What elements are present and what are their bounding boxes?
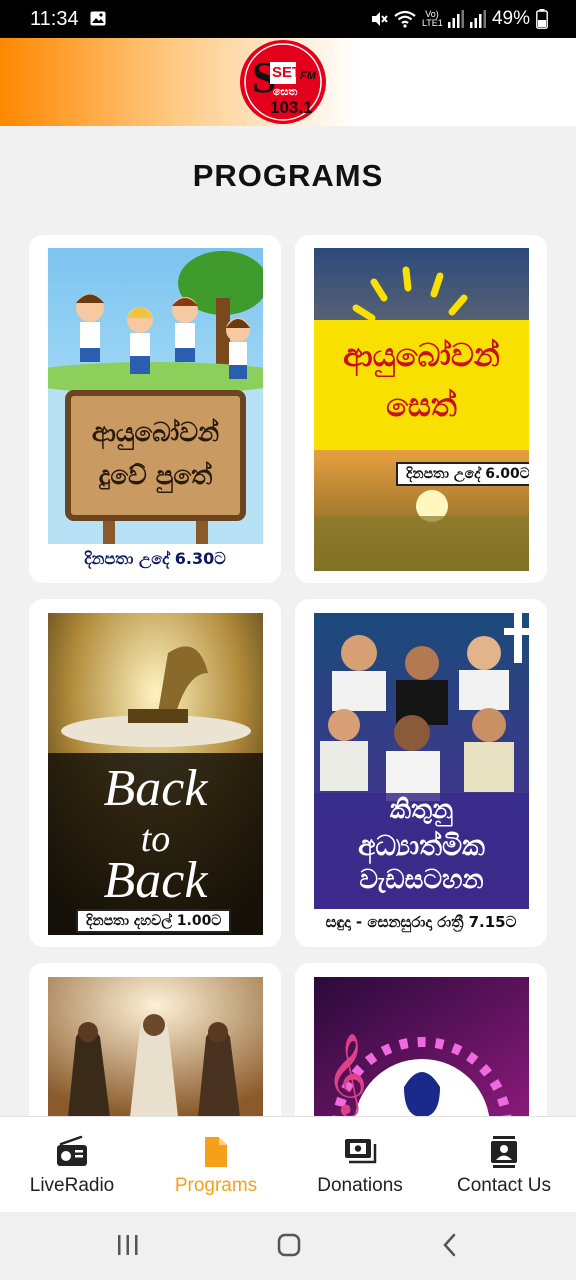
svg-text:𝄞: 𝄞 — [326, 1032, 367, 1117]
program-art-title: ආයුබෝවන් — [91, 418, 220, 448]
program-schedule: දිනපතා උදේ 6.00ට — [396, 462, 529, 486]
page-title: PROGRAMS — [192, 158, 384, 193]
back-icon[interactable] — [442, 1233, 458, 1257]
logo-text-frequency: 103.1 — [270, 98, 313, 117]
gallery-icon — [90, 11, 106, 26]
bottom-navigation: LiveRadio Programs Donations Contact Us — [0, 1116, 576, 1213]
program-schedule: දිනපතා උදේ 6.30ට — [84, 549, 226, 568]
nav-label: LiveRadio — [29, 1175, 115, 1196]
network-label: Vo) LTE1 — [421, 9, 443, 28]
program-card[interactable]: කිතුනු අධ්‍යාත්මික වැඩසටහන සඳුදා - සෙනසු… — [295, 599, 547, 947]
nav-label: Contact Us — [457, 1175, 551, 1196]
home-icon[interactable] — [277, 1233, 301, 1257]
program-schedule: දිනපතා දහවල් 1.00ට — [76, 909, 232, 933]
nav-item-programs[interactable]: Programs — [144, 1117, 288, 1213]
battery-percent: 49% — [491, 8, 530, 29]
nav-item-donations[interactable]: Donations — [288, 1117, 432, 1213]
program-art-subtitle-2: වැඩසටහන — [359, 865, 484, 895]
system-navigation-bar — [0, 1212, 576, 1280]
battery-icon — [536, 9, 548, 29]
program-schedule: සඳුදා - සෙනසුරාදා රාත්‍රී 7.15ට — [325, 913, 517, 931]
signal-icon — [469, 10, 486, 28]
wifi-icon — [394, 10, 416, 28]
program-card[interactable]: ආයුබෝවන් සෙත් දිනපතා උදේ 6.00ට — [295, 235, 547, 583]
document-icon — [205, 1137, 227, 1167]
recent-apps-icon[interactable] — [116, 1234, 140, 1256]
program-art-title: ආයුබෝවන් — [343, 336, 500, 374]
program-artwork: කිතුනු අධ්‍යාත්මික වැඩසටහන — [314, 613, 529, 909]
status-bar: 11:34 Vo) LTE1 49% — [0, 0, 576, 38]
logo-text-fm: FM — [300, 70, 316, 82]
program-card[interactable]: ආයුබෝවන් දුවේ පුතේ දිනපතා උදේ 6.30ට — [29, 235, 281, 583]
program-art-subtitle: දුවේ පුතේ — [98, 461, 213, 491]
logo-text-sinhala: සෙත — [273, 85, 298, 98]
nav-item-contact-us[interactable]: Contact Us — [432, 1117, 576, 1213]
contact-icon — [491, 1136, 517, 1168]
nav-item-liveradio[interactable]: LiveRadio — [0, 1117, 144, 1213]
program-artwork: 𝄞 — [314, 977, 529, 1117]
program-art-subtitle: සෙත් — [386, 386, 457, 424]
program-art-title: කිතුනු — [389, 795, 454, 825]
program-artwork — [48, 977, 263, 1117]
seth-fm-logo: S SETH FM සෙත 103.1 — [240, 40, 326, 124]
nav-label: Programs — [174, 1175, 258, 1196]
donation-icon — [345, 1139, 377, 1164]
program-card[interactable]: Back to Back දිනපතා දහවල් 1.00ට — [29, 599, 281, 947]
radio-icon — [57, 1135, 87, 1166]
program-art-title: Back — [103, 760, 208, 817]
status-time: 11:34 — [30, 8, 79, 30]
nav-label: Donations — [317, 1175, 403, 1196]
mute-icon — [371, 12, 388, 26]
program-art-subtitle-2: Back — [103, 852, 208, 909]
program-artwork: ආයුබෝවන් දුවේ පුතේ — [48, 248, 263, 544]
program-artwork: ආයුබෝවන් සෙත් දිනපතා උදේ 6.00ට — [314, 248, 529, 571]
program-artwork: Back to Back දිනපතා දහවල් 1.00ට — [48, 613, 263, 935]
signal-icon — [447, 10, 464, 28]
program-art-subtitle: අධ්‍යාත්මික — [358, 829, 485, 862]
